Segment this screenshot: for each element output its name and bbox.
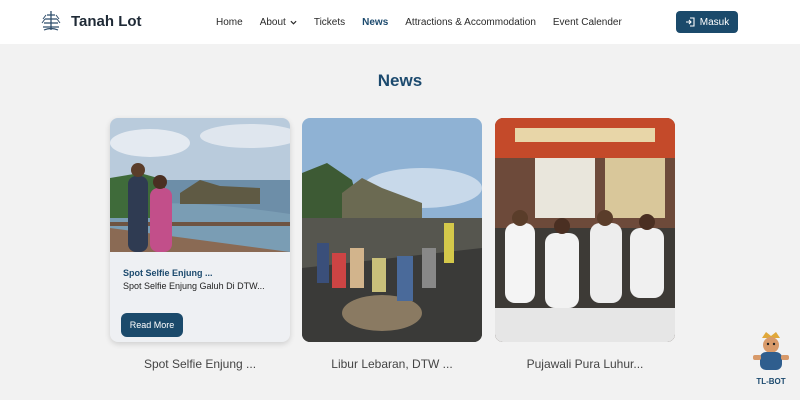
read-more-button[interactable]: Read More	[121, 313, 183, 337]
temple-logo-icon	[41, 11, 61, 31]
news-caption[interactable]: Pujawali Pura Luhur...	[495, 357, 675, 371]
brand-name: Tanah Lot	[71, 12, 142, 30]
page-title: News	[377, 71, 423, 90]
nav-news[interactable]: News	[362, 17, 388, 28]
news-caption[interactable]: Libur Lebaran, DTW ...	[302, 357, 482, 371]
nav-menu: Home About Tickets News Attractions & Ac…	[216, 0, 622, 44]
login-button[interactable]: Masuk	[676, 11, 738, 33]
news-image	[495, 118, 675, 342]
news-title: Spot Selfie Enjung ...	[123, 268, 213, 278]
login-icon	[685, 17, 695, 27]
chatbot-button[interactable]: TL-BOT	[748, 328, 794, 386]
news-image	[110, 118, 290, 252]
news-card[interactable]	[495, 118, 675, 342]
news-caption[interactable]: Spot Selfie Enjung ...	[110, 357, 290, 371]
nav-attractions[interactable]: Attractions & Accommodation	[405, 17, 536, 28]
news-card[interactable]: Spot Selfie Enjung ... Spot Selfie Enjun…	[110, 118, 290, 342]
nav-about[interactable]: About	[260, 17, 297, 28]
news-description: Spot Selfie Enjung Galuh Di DTW...	[123, 281, 265, 291]
login-label: Masuk	[699, 16, 730, 28]
nav-home[interactable]: Home	[216, 17, 243, 28]
brand[interactable]: Tanah Lot	[41, 10, 142, 32]
news-image	[302, 118, 482, 342]
navbar: Tanah Lot Home About Tickets News Attrac…	[0, 0, 800, 44]
nav-tickets[interactable]: Tickets	[314, 17, 345, 28]
chatbot-label: TL-BOT	[756, 377, 786, 386]
news-card[interactable]	[302, 118, 482, 342]
chevron-down-icon	[290, 20, 297, 25]
chatbot-mascot-icon	[753, 332, 789, 370]
nav-about-label: About	[259, 16, 286, 28]
nav-event-calendar[interactable]: Event Calender	[553, 17, 622, 28]
